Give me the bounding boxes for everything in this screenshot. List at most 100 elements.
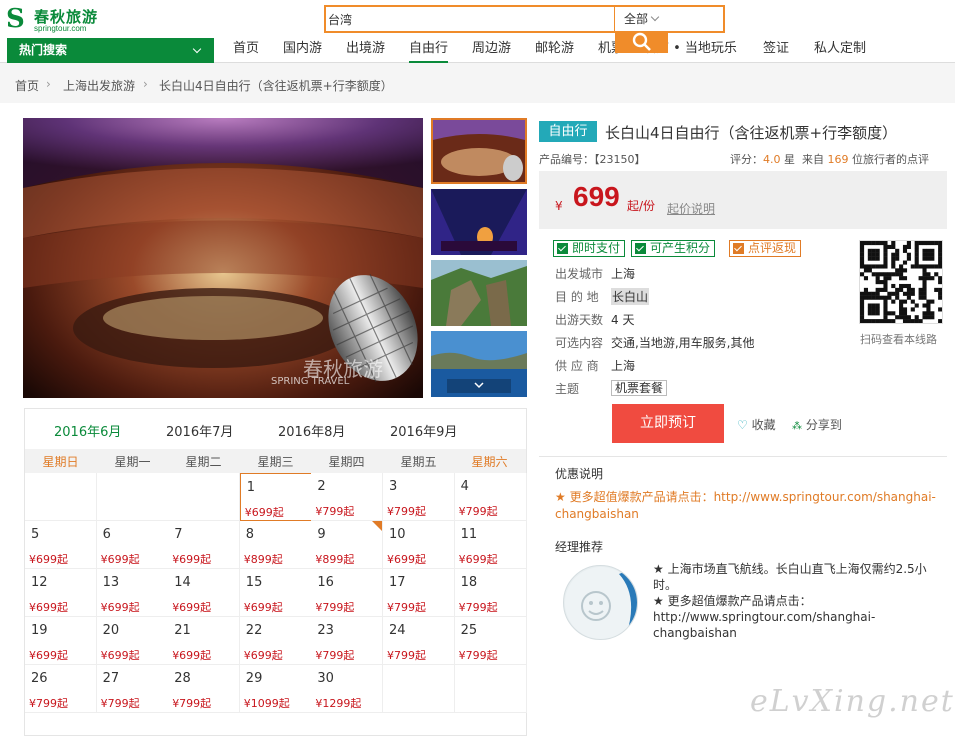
- nav-item-home[interactable]: 首页: [233, 38, 259, 63]
- thumbnail-stage-image: [431, 189, 527, 255]
- calendar-day-cell[interactable]: 6 ¥699起: [96, 521, 169, 569]
- review-count[interactable]: 169: [828, 153, 849, 166]
- calendar-day-price: ¥699起: [172, 649, 212, 662]
- search-box: 全部: [324, 5, 725, 33]
- nav-item-nearby[interactable]: 周边游: [472, 38, 511, 63]
- search-scope-select[interactable]: 全部: [624, 10, 660, 27]
- nav-item-cruise[interactable]: 邮轮游: [535, 38, 574, 63]
- calendar-day-number: 23: [317, 623, 334, 638]
- thumbnail-1[interactable]: [431, 118, 527, 184]
- calendar-day-cell[interactable]: 17 ¥799起: [383, 569, 455, 617]
- chevron-down-icon: [650, 12, 660, 22]
- calendar-day-cell[interactable]: 24 ¥799起: [383, 617, 455, 665]
- calendar-day-cell[interactable]: 18 ¥799起: [454, 569, 527, 617]
- calendar-day-cell[interactable]: 21 ¥699起: [168, 617, 241, 665]
- thumbnail-3[interactable]: [431, 260, 527, 326]
- info-value-supplier: 上海: [611, 359, 636, 373]
- calendar-day-cell[interactable]: 26 ¥799起: [25, 665, 97, 713]
- calendar-day-number: 27: [102, 671, 120, 686]
- nav-item-outbound[interactable]: 出境游: [346, 38, 385, 63]
- calendar-day-number: 7: [174, 527, 183, 542]
- calendar-day-number: 1: [246, 480, 256, 495]
- search-button[interactable]: [615, 31, 668, 53]
- nav-item-free-travel[interactable]: 自由行: [409, 38, 449, 63]
- calendar-day-cell[interactable]: 4 ¥799起: [454, 473, 527, 521]
- favorite-button[interactable]: ♡ 收藏: [737, 416, 776, 433]
- calendar-day-price: ¥799起: [172, 697, 212, 710]
- check-icon: [635, 243, 646, 254]
- calendar-day-cell[interactable]: 14 ¥699起: [168, 569, 241, 617]
- info-value-destination[interactable]: 长白山: [611, 288, 650, 305]
- calendar-day-cell[interactable]: 10 ¥699起: [383, 521, 455, 569]
- calendar-day-cell[interactable]: 3 ¥799起: [383, 473, 455, 521]
- info-value-options: 交通,当地游,用车服务,其他: [611, 336, 755, 350]
- calendar-day-price: ¥699起: [172, 601, 212, 614]
- thumbnail-4[interactable]: [431, 331, 527, 397]
- breadcrumb-home[interactable]: 首页: [15, 77, 39, 94]
- breadcrumb-separator: ›: [46, 77, 51, 91]
- calendar-day-cell[interactable]: 23 ¥799起: [311, 617, 384, 665]
- breadcrumb-shanghai[interactable]: 上海出发旅游: [63, 77, 135, 94]
- calendar-day-cell[interactable]: 7 ¥699起: [168, 521, 241, 569]
- calendar-day-cell[interactable]: 2 ¥799起: [311, 473, 384, 521]
- price-currency: ¥: [555, 199, 563, 213]
- calendar-day-cell[interactable]: 1 ¥699起: [239, 473, 312, 521]
- nav-item-visa[interactable]: 签证: [763, 38, 789, 63]
- calendar-day-cell[interactable]: 20 ¥699起: [96, 617, 169, 665]
- hot-search-dropdown[interactable]: 热门搜索: [7, 38, 214, 63]
- price-note-link[interactable]: 起价说明: [667, 200, 715, 217]
- thumbnail-mountain-image: [431, 260, 527, 326]
- calendar-day-number: 15: [245, 575, 263, 590]
- calendar-day-cell[interactable]: 8 ¥899起: [239, 521, 312, 569]
- info-label-theme: 主题: [555, 382, 580, 396]
- promo-text[interactable]: ★ 更多超值爆款产品请点击：http://www.springtour.com/…: [555, 489, 940, 523]
- calendar-day-cell[interactable]: 25 ¥799起: [454, 617, 527, 665]
- nav-item-custom[interactable]: 私人定制: [814, 38, 866, 63]
- month-tab-2016-06[interactable]: 2016年6月: [54, 421, 121, 440]
- search-input[interactable]: [328, 9, 608, 29]
- calendar-day-number: 14: [174, 575, 191, 590]
- month-tab-2016-09[interactable]: 2016年9月: [390, 421, 457, 440]
- photo-watermark: 春秋旅游: [303, 357, 383, 381]
- product-title: 长白山4日自由行（含往返机票+行李额度）: [605, 124, 898, 142]
- manager-line-2[interactable]: ★ 更多超值爆款产品请点击：http://www.springtour.com/…: [653, 593, 928, 641]
- month-tab-2016-08[interactable]: 2016年8月: [278, 421, 345, 440]
- calendar-day-cell[interactable]: 27 ¥799起: [96, 665, 169, 713]
- calendar-day-cell[interactable]: 11 ¥699起: [454, 521, 527, 569]
- info-label-options: 可选内容: [555, 336, 604, 350]
- main-nav: 热门搜索 首页 国内游 出境游 自由行 周边游 邮轮游 机票 酒店 • 当地玩乐…: [0, 38, 955, 63]
- calendar-day-price: ¥899起: [243, 553, 283, 566]
- nav-item-domestic[interactable]: 国内游: [283, 38, 322, 63]
- avatar-image: [565, 566, 637, 639]
- calendar-day-number: 13: [102, 575, 120, 590]
- info-value-theme[interactable]: 机票套餐: [611, 380, 668, 396]
- calendar-day-cell[interactable]: 16 ¥799起: [311, 569, 384, 617]
- calendar-day-cell[interactable]: 15 ¥699起: [239, 569, 312, 617]
- info-label-days: 出游天数: [555, 313, 604, 327]
- qr-code: [859, 240, 943, 324]
- calendar-day-cell[interactable]: 13 ¥699起: [96, 569, 169, 617]
- calendar-day-price: ¥699起: [244, 506, 284, 519]
- search-divider: [614, 7, 615, 31]
- share-label: 分享到: [805, 418, 842, 432]
- month-tab-2016-07[interactable]: 2016年7月: [166, 421, 233, 440]
- thumbnail-2[interactable]: [431, 189, 527, 255]
- review-prefix: 来自: [802, 153, 824, 166]
- calendar-day-cell[interactable]: 5 ¥699起: [25, 521, 97, 569]
- calendar-day-cell[interactable]: 28 ¥799起: [168, 665, 241, 713]
- manager-avatar: [563, 565, 638, 640]
- site-logo[interactable]: S 春秋旅游 springtour.com: [6, 4, 116, 34]
- calendar-day-cell[interactable]: 22 ¥699起: [239, 617, 312, 665]
- calendar-day-cell[interactable]: 29 ¥1099起: [239, 665, 312, 713]
- breadcrumb-current: 长白山4日自由行（含往返机票+行李额度）: [159, 79, 393, 93]
- calendar-day-cell[interactable]: 12 ¥699起: [25, 569, 97, 617]
- calendar-day-cell[interactable]: 9 ¥899起: [311, 521, 384, 569]
- main-product-photo: SPRING TRAVEL 春秋旅游: [23, 118, 423, 398]
- calendar-empty-cell: [96, 473, 169, 521]
- weekday-sat: 星期六: [471, 455, 508, 469]
- share-button[interactable]: ⁂ 分享到: [792, 416, 842, 433]
- share-icon: ⁂: [792, 421, 802, 432]
- calendar-day-cell[interactable]: 19 ¥699起: [25, 617, 97, 665]
- book-now-button[interactable]: 立即预订: [612, 404, 724, 443]
- calendar-day-cell[interactable]: 30 ¥1299起: [311, 665, 384, 713]
